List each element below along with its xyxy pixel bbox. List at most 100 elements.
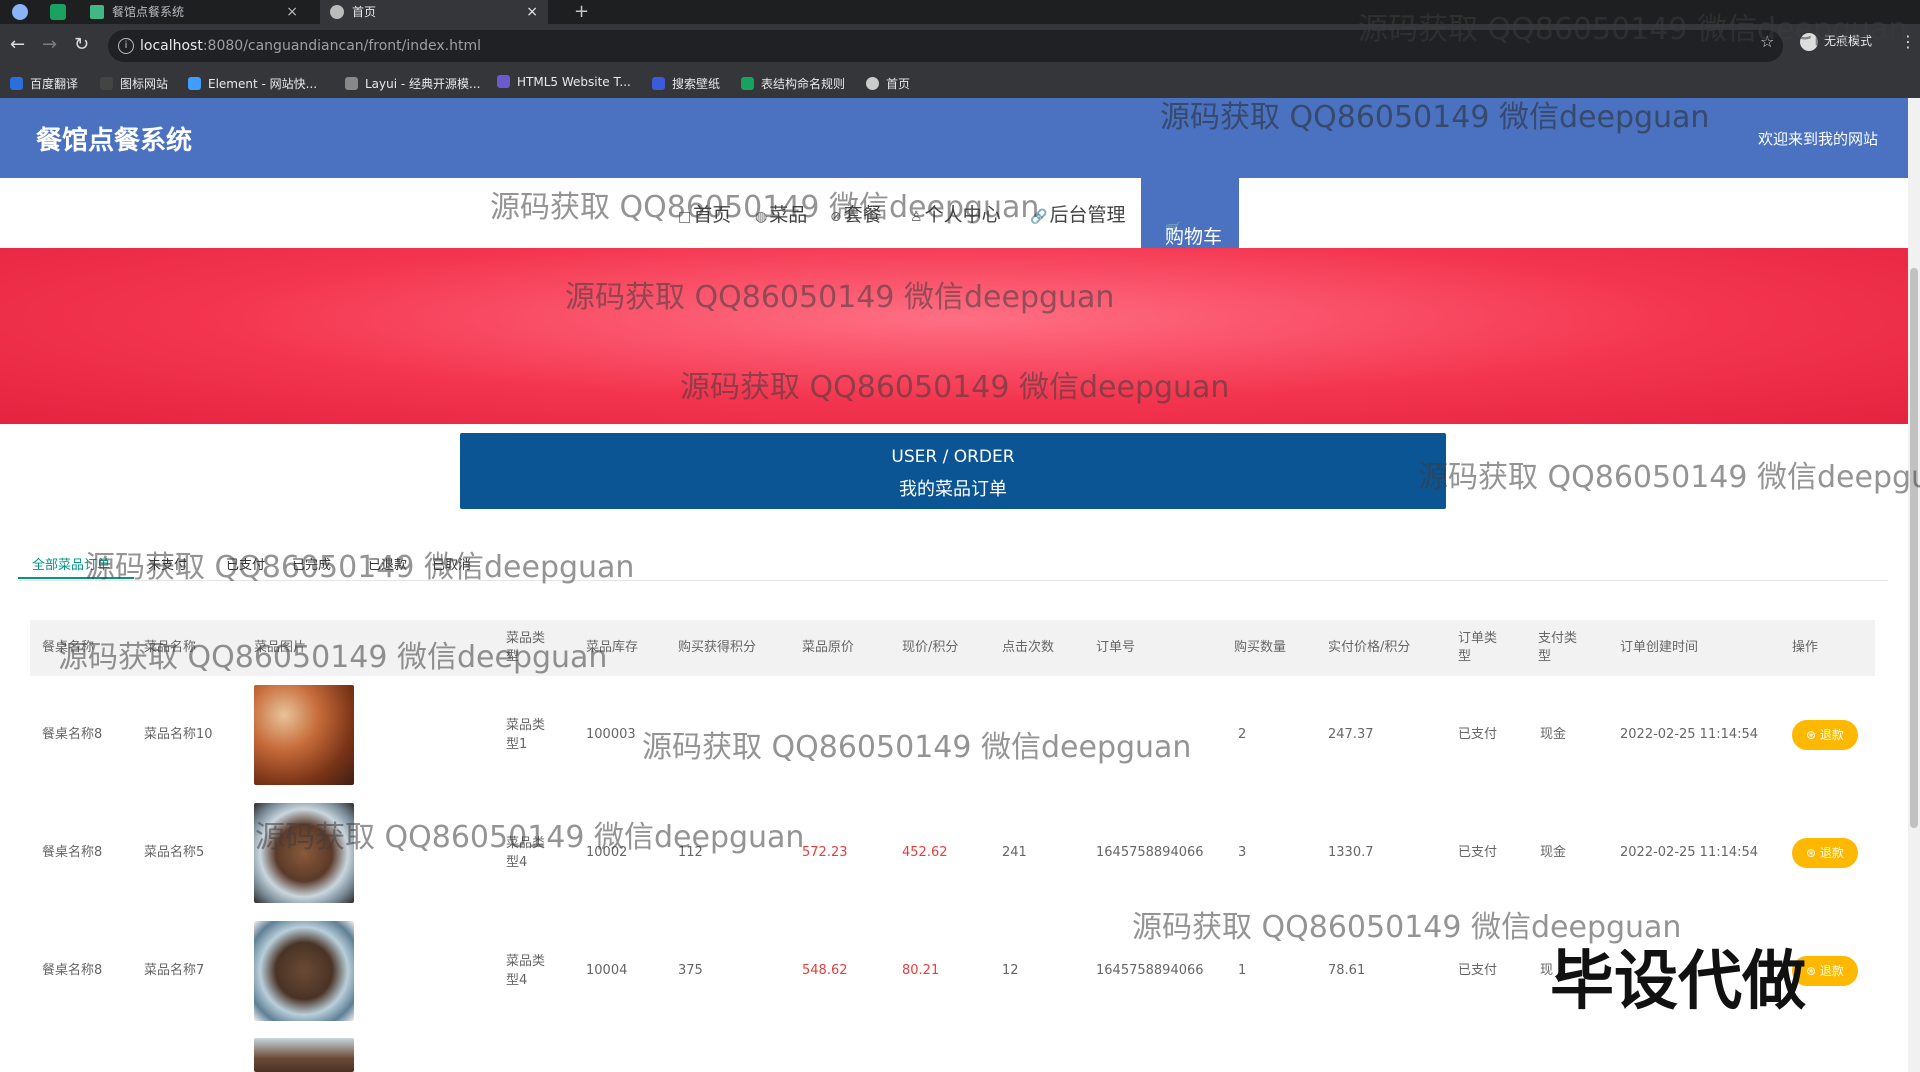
cell-order-type: 已支付 [1458, 963, 1498, 978]
cell-paid: 78.61 [1328, 963, 1366, 978]
back-icon[interactable]: ← [10, 34, 25, 55]
dish-image [254, 803, 354, 903]
cell-order-no: 1645758894066 [1096, 845, 1204, 860]
close-icon[interactable]: × [286, 0, 298, 24]
refund-button[interactable]: ⊛ 退款 [1792, 720, 1858, 750]
menu-icon[interactable]: ⋮ [1900, 32, 1916, 51]
app-icon[interactable] [50, 4, 66, 20]
bookmark-label: 图标网站 [120, 77, 169, 91]
nav-item-dishes[interactable]: ◍ 菜品 [755, 200, 807, 227]
star-icon[interactable]: ☆ [1760, 32, 1774, 51]
close-icon[interactable]: × [526, 0, 538, 24]
bookmark-label: 表结构命名规则 [761, 77, 846, 91]
bookmark-label: 首页 [886, 77, 911, 91]
refund-label: 退款 [1819, 846, 1844, 860]
bookmark-item[interactable]: 首页 [866, 75, 910, 92]
browser-chrome: 餐馆点餐系统 × 首页 × + ← → ↻ i localhost:8080/c… [0, 0, 1920, 99]
cell-clicks: 12 [1002, 963, 1019, 978]
bookmark-item[interactable]: Element - 网站快... [188, 75, 317, 92]
globe-icon[interactable] [12, 4, 28, 20]
tab-cancelled[interactable]: 已取消 [432, 554, 471, 573]
cell-original-price: 572.23 [802, 845, 848, 860]
cell-quantity: 1 [1238, 963, 1247, 978]
nav-label: 套餐 [843, 204, 882, 226]
combo-icon: ⊘ [830, 209, 842, 225]
cell-dish-name: 菜品名称5 [144, 845, 205, 860]
url-host: localhost [140, 38, 203, 54]
refund-label: 退款 [1819, 728, 1844, 742]
bookmark-item[interactable]: Layui - 经典开源模... [345, 75, 480, 92]
bookmark-label: HTML5 Website T... [517, 75, 631, 89]
th-quantity: 购买数量 [1234, 640, 1287, 655]
bookmark-label: Element - 网站快... [208, 77, 318, 91]
link-icon: 🔗 [1030, 209, 1048, 225]
reload-icon[interactable]: ↻ [74, 34, 89, 55]
scrollbar-thumb[interactable] [1910, 268, 1918, 828]
cell-dish-type: 菜品类型1 [506, 718, 546, 752]
cell-dish-type: 菜品类型4 [506, 954, 546, 988]
cell-created: 2022-02-25 11:14:54 [1620, 845, 1759, 860]
bookmark-item[interactable]: 搜索壁纸 [652, 75, 720, 92]
dish-icon: ◍ [755, 209, 768, 225]
tab-done[interactable]: 已完成 [292, 554, 331, 573]
cell-dish-name: 菜品名称10 [144, 727, 213, 742]
info-icon[interactable]: i [118, 38, 134, 54]
new-tab-button[interactable]: + [574, 0, 589, 24]
coin-icon: ⊛ [1806, 964, 1820, 978]
tab-canguan[interactable]: 餐馆点餐系统 × [80, 0, 308, 24]
th-order-no: 订单号 [1096, 640, 1136, 655]
cell-current-price: 80.21 [902, 963, 940, 978]
cell-stock: 100003 [586, 727, 636, 742]
banner-carousel[interactable] [0, 248, 1908, 649]
cell-order-type: 已支付 [1458, 845, 1498, 860]
dish-image [254, 921, 354, 1021]
nav-item-home[interactable]: □ 首页 [678, 200, 731, 227]
th-created: 订单创建时间 [1620, 640, 1699, 655]
nav-item-profile[interactable]: ♙ 个人中心 [910, 200, 1001, 227]
nav-item-admin[interactable]: 🔗 后台管理 [1030, 200, 1125, 227]
cell-order-no: 1645758894066 [1096, 963, 1204, 978]
tab-all-orders[interactable]: 全部菜品订单 [32, 554, 110, 573]
table-row: 餐桌名称8 菜品名称10 菜品类型1 100003 2 247.37 已支付 现… [30, 676, 1875, 794]
th-paid: 实付价格/积分 [1328, 640, 1411, 655]
cell-original-price: 548.62 [802, 963, 848, 978]
incognito-indicator[interactable]: 无痕模式 [1800, 32, 1872, 51]
cell-current-price: 452.62 [902, 845, 948, 860]
url-text[interactable]: localhost:8080/canguandiancan/front/inde… [140, 38, 481, 54]
incognito-icon [1800, 32, 1818, 51]
cell-points: 112 [678, 845, 703, 860]
welcome-text: 欢迎来到我的网站 [1757, 130, 1878, 148]
cell-clicks: 241 [1002, 845, 1027, 860]
bookmark-item[interactable]: 百度翻译 [10, 75, 78, 92]
tab-refunded[interactable]: 已退款 [368, 554, 407, 573]
tab-underline [18, 577, 134, 579]
forward-icon[interactable]: → [42, 34, 57, 55]
tab-unpaid[interactable]: 未支付 [148, 554, 187, 573]
th-table-name: 餐桌名称 [42, 640, 95, 655]
cell-table-name: 餐桌名称8 [42, 963, 103, 978]
th-dish-name: 菜品名称 [144, 640, 197, 655]
cell-quantity: 3 [1238, 845, 1247, 860]
tab-paid[interactable]: 已支付 [226, 554, 265, 573]
address-bar[interactable]: i localhost:8080/canguandiancan/front/in… [108, 30, 1783, 62]
url-path: :8080/canguandiancan/front/index.html [202, 38, 482, 54]
tab-home[interactable]: 首页 × [320, 0, 548, 24]
bookmark-item[interactable]: HTML5 Website T... [497, 75, 631, 89]
site-title: 餐馆点餐系统 [36, 126, 193, 156]
dish-image [254, 685, 354, 785]
nav-label: 购物车 [1165, 226, 1223, 248]
vue-icon [90, 5, 104, 19]
th-order-type: 订单类型 [1458, 631, 1498, 664]
cell-dish-type: 菜品类型4 [506, 836, 546, 870]
refund-button[interactable]: ⊛ 退款 [1792, 838, 1858, 868]
nav-item-cart[interactable]: 🛒 购物车 [1141, 178, 1239, 248]
th-dish-type: 菜品类型 [506, 631, 546, 664]
bookmark-item[interactable]: 表结构命名规则 [741, 75, 845, 92]
site-header: 餐馆点餐系统 欢迎来到我的网站 [0, 98, 1908, 178]
watermark-text: 源码获取 QQ86050149 微信deepgu [1418, 460, 1920, 495]
bookmarks-bar: 百度翻译 图标网站 Element - 网站快... Layui - 经典开源模… [0, 68, 1920, 99]
nav-item-combo[interactable]: ⊘ 套餐 [830, 200, 882, 227]
bookmark-item[interactable]: 图标网站 [100, 75, 168, 92]
page-scrollbar[interactable] [1908, 98, 1920, 1072]
cell-pay-type: 现金 [1540, 727, 1567, 742]
